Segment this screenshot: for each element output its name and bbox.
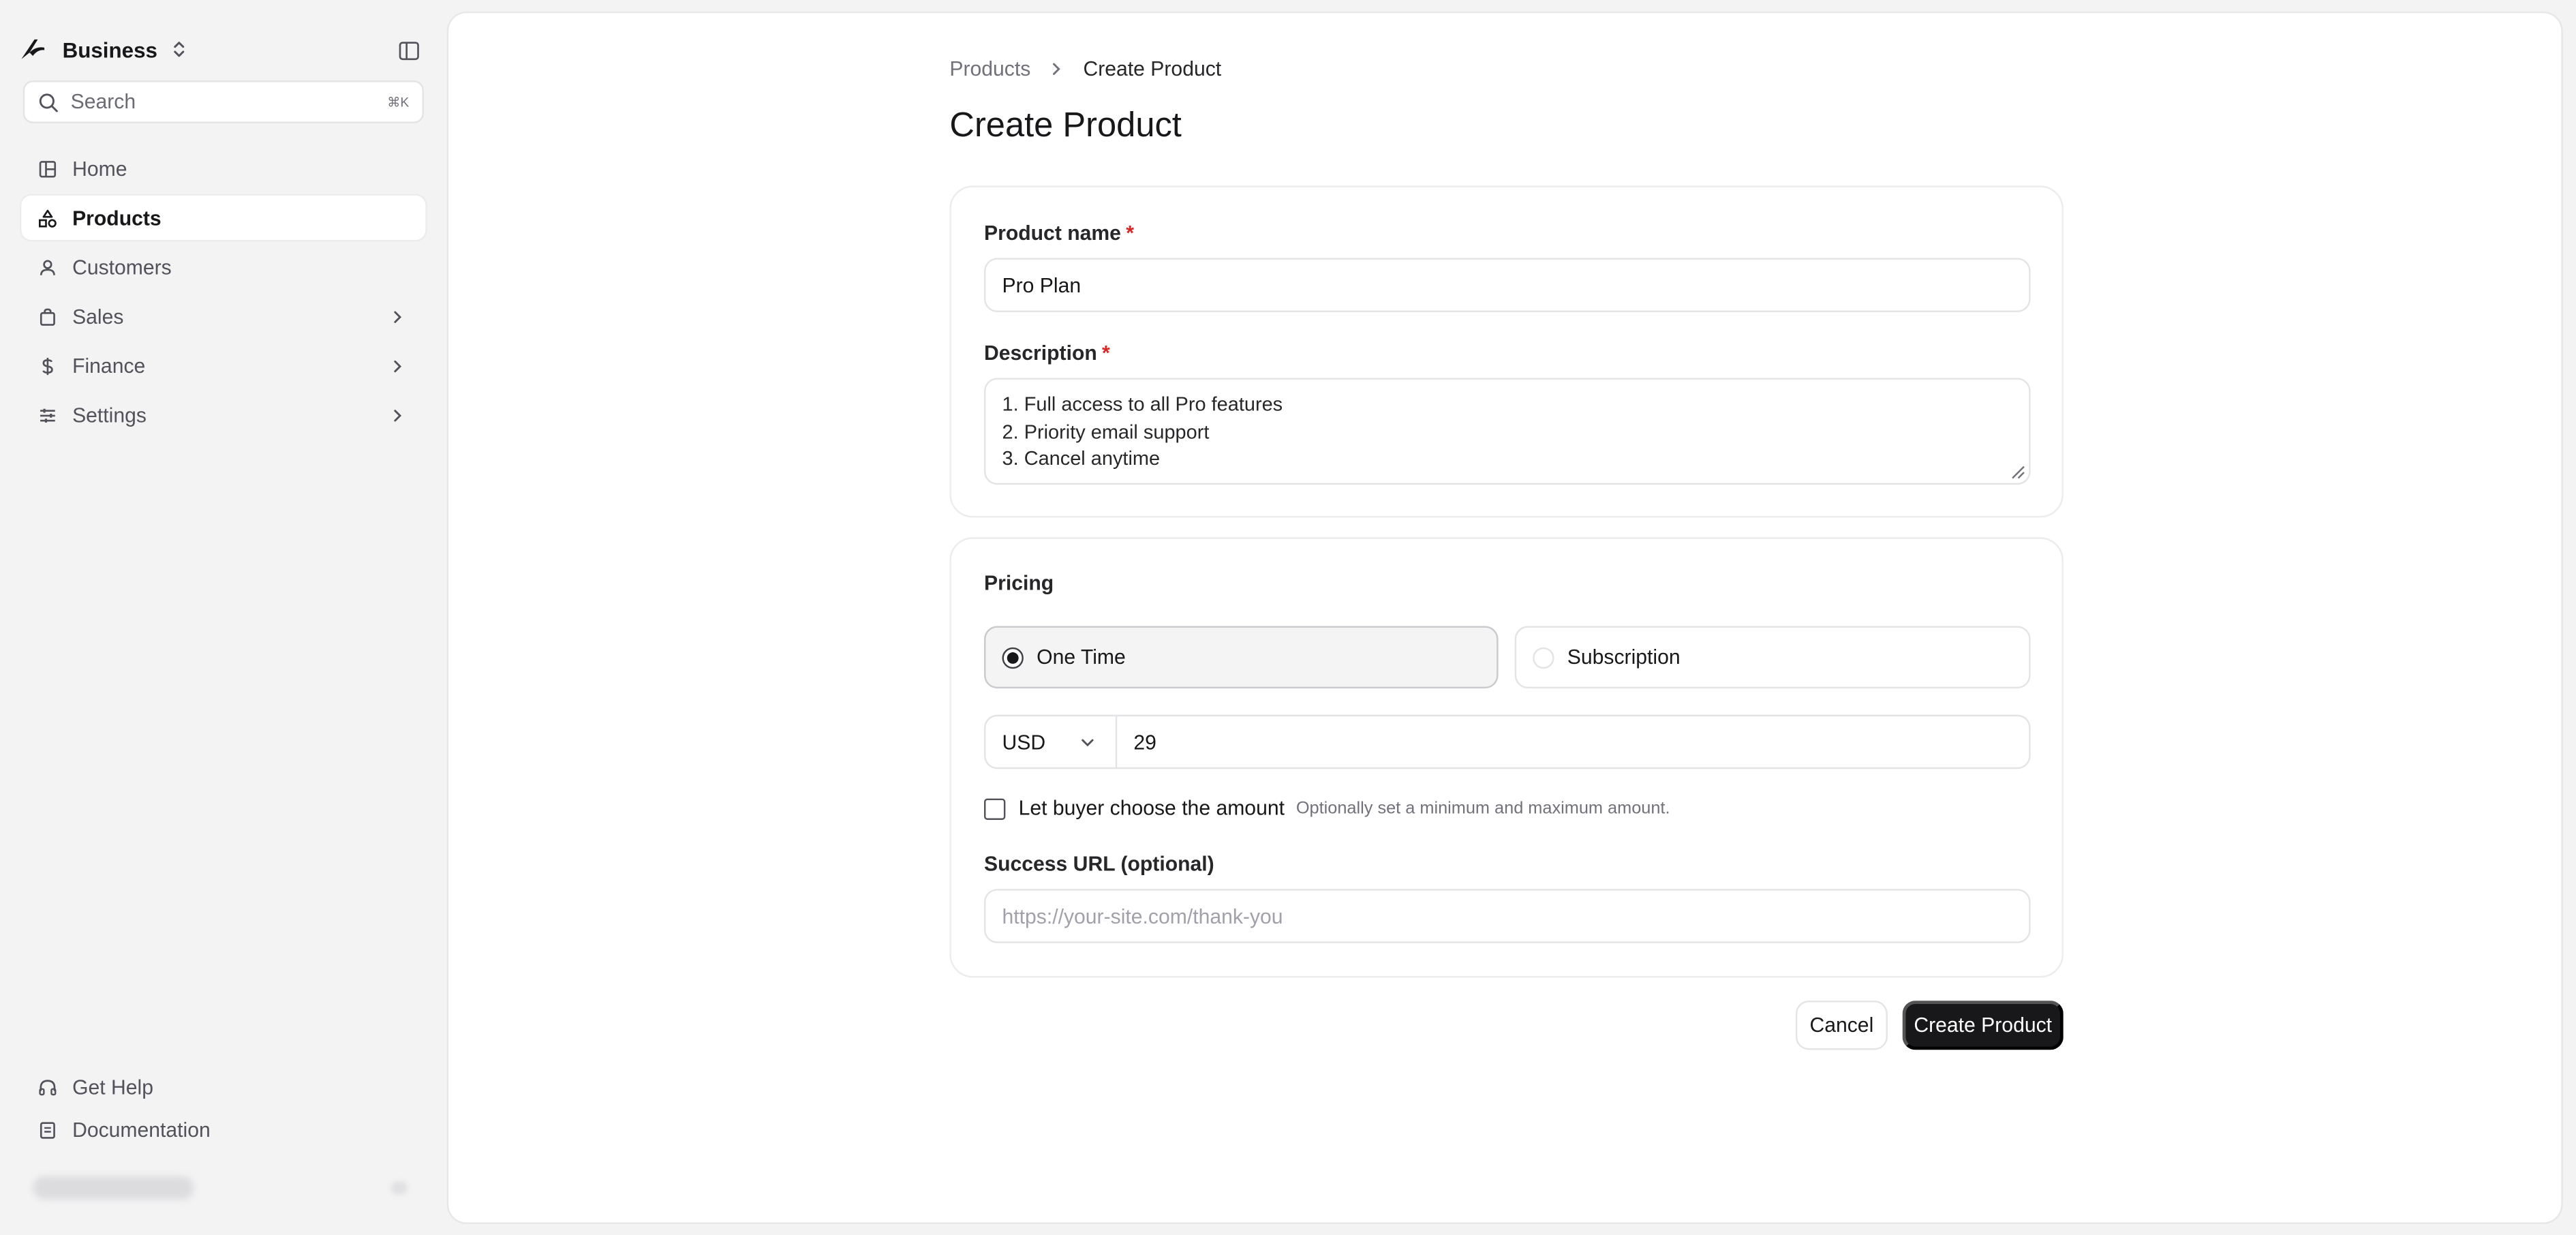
option-label: One Time — [1037, 645, 1126, 669]
chevron-right-icon — [394, 310, 402, 322]
sidebar-footer-nav: Get Help Documentation — [21, 1067, 425, 1152]
sidebar-item-label: Finance — [72, 354, 146, 378]
description-textarea[interactable]: 1. Full access to all Pro features 2. Pr… — [984, 378, 2031, 485]
workspace-switcher[interactable]: Business — [20, 36, 187, 63]
description-line: 2. Priority email support — [1002, 419, 1210, 443]
required-marker: * — [1126, 222, 1134, 245]
radio-subscription[interactable] — [1533, 646, 1554, 668]
cancel-button[interactable]: Cancel — [1795, 1001, 1888, 1050]
amount-value: 29 — [1133, 730, 1156, 754]
workspace-name: Business — [62, 37, 157, 62]
sidebar-item-get-help[interactable]: Get Help — [21, 1067, 425, 1110]
sidebar-item-products[interactable]: Products — [21, 195, 426, 240]
sidebar-item-customers[interactable]: Customers — [21, 245, 425, 289]
sidebar-item-settings[interactable]: Settings — [21, 393, 425, 437]
page-title: Create Product — [949, 106, 1182, 145]
sidebar-item-label: Customers — [72, 255, 172, 279]
user-menu-icon[interactable] — [390, 1181, 408, 1195]
price-field: USD 29 — [984, 714, 2031, 769]
currency-select[interactable]: USD — [985, 716, 1118, 767]
buyer-choose-checkbox[interactable] — [984, 797, 1006, 819]
description-label: Description * — [984, 341, 1110, 365]
product-name-value: Pro Plan — [1002, 273, 1082, 297]
app-root: Business Search ⌘K Home Products Custome… — [0, 0, 2576, 1235]
search-placeholder: Search — [70, 90, 136, 114]
amount-input[interactable]: 29 — [1117, 716, 2029, 767]
layout-icon — [39, 159, 57, 177]
buyer-choose-amount-row: Let buyer choose the amount Optionally s… — [984, 797, 1670, 820]
search-shortcut: ⌘K — [387, 94, 410, 110]
dollar-icon — [42, 356, 53, 374]
book-icon — [40, 1122, 55, 1139]
success-url-placeholder: https://your-site.com/thank-you — [1002, 904, 1283, 928]
breadcrumb-current: Create Product — [1083, 57, 1222, 81]
buyer-choose-hint: Optionally set a minimum and maximum amo… — [1295, 798, 1670, 819]
sidebar-nav: Home Products Customers Sales Finance Se… — [21, 147, 426, 442]
resize-handle-icon[interactable] — [2011, 465, 2026, 480]
search-icon — [39, 93, 58, 112]
sidebar-item-label: Products — [72, 206, 162, 230]
buyer-choose-label[interactable]: Let buyer choose the amount — [1019, 797, 1285, 820]
sidebar-item-label: Sales — [72, 305, 124, 328]
sidebar-item-label: Home — [72, 157, 127, 180]
sidebar-item-sales[interactable]: Sales — [21, 294, 425, 339]
description-line: 3. Cancel anytime — [1002, 446, 1161, 470]
required-marker: * — [1102, 341, 1110, 365]
pricing-option-subscription[interactable]: Subscription — [1514, 626, 2031, 689]
shopping-bag-icon — [40, 307, 55, 325]
sidebar-item-home[interactable]: Home — [21, 147, 425, 191]
search-box[interactable]: Search ⌘K — [22, 80, 424, 123]
sidebar-item-finance[interactable]: Finance — [21, 344, 425, 388]
chevron-right-icon — [1053, 63, 1061, 75]
breadcrumb-products-link[interactable]: Products — [949, 57, 1030, 80]
success-url-label: Success URL (optional) — [984, 853, 1214, 876]
main-panel: Products Create Product Create Product P… — [446, 11, 2563, 1224]
brand-logo-icon — [21, 39, 45, 59]
pricing-option-one-time[interactable]: One Time — [984, 626, 1499, 689]
chevron-right-icon — [394, 359, 402, 372]
product-name-label: Product name * — [984, 222, 1134, 245]
sidebar-item-label: Documentation — [72, 1118, 211, 1142]
chevron-down-icon — [1082, 738, 1094, 746]
radio-one-time[interactable] — [1002, 646, 1024, 668]
headphones-icon — [39, 1080, 57, 1096]
pricing-card: Pricing One Time Subscription USD 29 Let… — [949, 537, 2064, 978]
sidebar-item-label: Get Help — [72, 1076, 154, 1099]
create-product-button[interactable]: Create Product — [1902, 1001, 2064, 1050]
sliders-icon — [40, 408, 55, 422]
sidebar-toggle-icon[interactable] — [397, 40, 420, 63]
user-icon — [40, 259, 55, 275]
success-url-input[interactable]: https://your-site.com/thank-you — [984, 889, 2031, 943]
sidebar: Business Search ⌘K Home Products Custome… — [0, 0, 447, 1235]
breadcrumb: Products Create Product — [949, 57, 1221, 80]
chevron-up-down-icon — [173, 42, 184, 57]
pricing-label: Pricing — [984, 571, 1054, 595]
description-line: 1. Full access to all Pro features — [1002, 393, 1283, 416]
sidebar-item-documentation[interactable]: Documentation — [21, 1109, 425, 1152]
currency-value: USD — [1002, 730, 1046, 754]
option-label: Subscription — [1567, 645, 1681, 669]
shapes-icon — [39, 209, 57, 227]
user-profile[interactable] — [33, 1176, 194, 1200]
product-name-input[interactable]: Pro Plan — [984, 258, 2031, 313]
chevron-right-icon — [394, 409, 402, 421]
product-details-card: Product name * Pro Plan Description * 1. F… — [949, 185, 2064, 518]
sidebar-item-label: Settings — [72, 403, 147, 427]
